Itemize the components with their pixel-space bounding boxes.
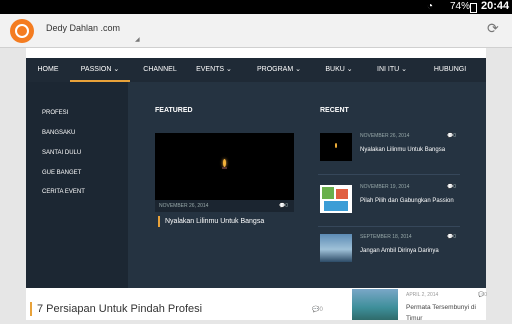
- nav-item-program[interactable]: PROGRAM ⌄: [252, 58, 306, 82]
- category-santai-dulu[interactable]: SANTAI DULU: [42, 150, 81, 156]
- sidebar-title[interactable]: Permata Tersembunyi di Timur: [406, 302, 482, 324]
- nav-item-channel[interactable]: CHANNEL: [138, 58, 182, 82]
- featured-heading: FEATURED: [155, 107, 193, 114]
- recent-title-2[interactable]: Pilah Pilih dan Gabungkan Passion: [360, 196, 460, 207]
- nav-item-ini-itu[interactable]: INI ITU ⌄: [372, 58, 412, 82]
- divider: [318, 174, 460, 175]
- category-list: PROFESI BANGSAKU SANTAI DULU GUE BANGET …: [26, 82, 128, 288]
- status-bar: ◔ 74% 20:44: [0, 0, 512, 14]
- featured-title[interactable]: Nyalakan Lilinmu Untuk Bangsa: [158, 216, 264, 227]
- recent-comment-count-1[interactable]: 💬0: [447, 133, 456, 139]
- category-bangsaku[interactable]: BANGSAKU: [42, 130, 75, 136]
- recent-comment-count-3[interactable]: 💬0: [447, 234, 456, 240]
- nav-item-home[interactable]: HOME: [32, 58, 64, 82]
- nav-item-events[interactable]: EVENTS ⌄: [192, 58, 236, 82]
- nav-item-passion[interactable]: PASSION ⌄: [70, 58, 130, 82]
- recent-date-3: SEPTEMBER 18, 2014: [360, 234, 412, 240]
- wifi-icon: ◔: [427, 1, 434, 12]
- category-cerita-event[interactable]: CERITA EVENT: [42, 189, 85, 195]
- recent-comment-count-2[interactable]: 💬0: [447, 184, 456, 190]
- featured-image[interactable]: [155, 133, 294, 200]
- featured-meta: NOVEMBER 26, 2014 💬0: [155, 200, 294, 212]
- category-profesi[interactable]: PROFESI: [42, 110, 68, 116]
- site-logo-icon[interactable]: [10, 19, 34, 43]
- sidebar-comment-count[interactable]: 💬0: [478, 292, 487, 298]
- candle-flame: [223, 159, 226, 167]
- recent-title-3[interactable]: Jangan Ambil Dirinya Darinya: [360, 246, 460, 257]
- tab-title[interactable]: Dedy Dahlan .com: [46, 23, 120, 33]
- battery-icon: [470, 3, 477, 13]
- nav-item-hubungi[interactable]: HUBUNGI: [426, 58, 474, 82]
- sidebar-thumb[interactable]: [352, 289, 398, 320]
- recent-thumb-2[interactable]: [320, 185, 352, 213]
- nav-item-buku[interactable]: BUKU ⌄: [320, 58, 358, 82]
- refresh-icon[interactable]: ⟳: [487, 20, 499, 37]
- divider: [318, 226, 460, 227]
- recent-date-2: NOVEMBER 19, 2014: [360, 184, 410, 190]
- recent-title-1[interactable]: Nyalakan Lilinmu Untuk Bangsa: [360, 145, 460, 156]
- article-title[interactable]: 7 Persiapan Untuk Pindah Profesi: [30, 302, 202, 316]
- main-nav: HOME PASSION ⌄ CHANNEL EVENTS ⌄ PROGRAM …: [26, 58, 486, 82]
- category-gue-banget[interactable]: GUE BANGET: [42, 170, 81, 176]
- sidebar-date: APRIL 2, 2014: [406, 292, 439, 298]
- clock: 20:44: [481, 0, 510, 12]
- recent-date-1: NOVEMBER 26, 2014: [360, 133, 410, 139]
- featured-date: NOVEMBER 26, 2014: [159, 203, 209, 209]
- recent-heading: RECENT: [320, 107, 349, 114]
- article-comment-count[interactable]: 💬0: [312, 306, 323, 313]
- tab-dropdown-icon[interactable]: ◢: [135, 36, 140, 43]
- recent-thumb-1[interactable]: [320, 133, 352, 161]
- featured-comment-count[interactable]: 💬0: [279, 203, 288, 209]
- browser-toolbar: Dedy Dahlan .com ◢ ⟳: [0, 14, 512, 48]
- recent-thumb-3[interactable]: [320, 234, 352, 262]
- battery-percent: 74%: [450, 1, 471, 12]
